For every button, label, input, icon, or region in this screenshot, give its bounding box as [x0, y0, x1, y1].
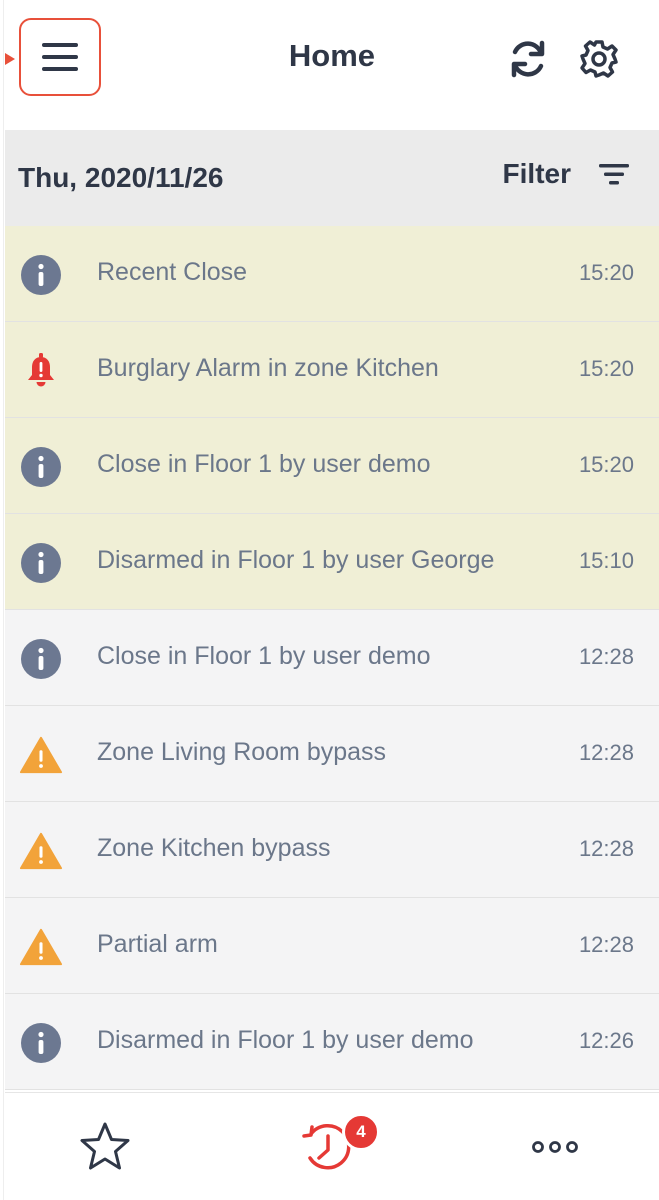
app-header: Home	[5, 0, 659, 130]
date-label: Thu, 2020/11/26	[18, 162, 224, 193]
event-row[interactable]: Disarmed in Floor 1 by user demo 12:26	[5, 994, 659, 1090]
event-row[interactable]: Disarmed in Floor 1 by user George 15:10	[5, 514, 659, 610]
page-title: Home	[288, 38, 376, 73]
info-icon	[19, 1021, 63, 1065]
filter-button[interactable]: Filter	[503, 158, 629, 190]
left-edge	[0, 0, 4, 1200]
gear-icon	[580, 40, 618, 78]
info-icon	[19, 541, 63, 585]
event-time: 15:10	[578, 548, 634, 573]
date-bar: Thu, 2020/11/26 Filter	[5, 130, 659, 226]
event-text: Partial arm	[97, 930, 218, 958]
event-text: Close in Floor 1 by user demo	[97, 450, 431, 478]
warning-icon	[19, 925, 63, 969]
event-text: Disarmed in Floor 1 by user George	[97, 546, 495, 574]
info-icon	[19, 445, 63, 489]
filter-label: Filter	[502, 158, 571, 189]
event-time: 12:26	[578, 1028, 634, 1053]
settings-button[interactable]	[576, 36, 622, 82]
app-screen: Home Thu, 2020/11/26 Filter Recent Close…	[0, 0, 659, 1200]
event-text: Burglary Alarm in zone Kitchen	[97, 354, 439, 382]
bottom-nav: 4	[5, 1092, 659, 1200]
warning-icon	[19, 733, 63, 777]
event-row[interactable]: Close in Floor 1 by user demo 12:28	[5, 610, 659, 706]
more-tab[interactable]	[520, 1115, 590, 1179]
event-time: 12:28	[578, 932, 634, 957]
alarm-bell-icon	[19, 349, 63, 393]
event-time: 12:28	[578, 740, 634, 765]
event-time: 15:20	[578, 356, 634, 381]
warning-icon	[19, 829, 63, 873]
event-text: Close in Floor 1 by user demo	[97, 642, 431, 670]
event-row[interactable]: Partial arm 12:28	[5, 898, 659, 994]
refresh-button[interactable]	[505, 36, 551, 82]
event-row[interactable]: Zone Living Room bypass 12:28	[5, 706, 659, 802]
event-text: Disarmed in Floor 1 by user demo	[97, 1026, 474, 1054]
filter-lines-icon	[599, 164, 629, 185]
event-list: Recent Close 15:20 Burglary Alarm in zone …	[5, 226, 659, 1090]
event-time: 12:28	[578, 644, 634, 669]
refresh-icon	[511, 40, 545, 78]
event-time: 15:20	[578, 260, 634, 285]
event-row[interactable]: Zone Kitchen bypass 12:28	[5, 802, 659, 898]
info-icon	[19, 637, 63, 681]
event-text: Zone Kitchen bypass	[97, 834, 331, 862]
event-time: 15:20	[578, 452, 634, 477]
history-badge: 4	[342, 1113, 380, 1151]
event-row[interactable]: Close in Floor 1 by user demo 15:20	[5, 418, 659, 514]
more-dots-icon	[532, 1141, 578, 1153]
info-icon	[19, 253, 63, 297]
event-row[interactable]: Recent Close 15:20	[5, 226, 659, 322]
star-icon	[80, 1122, 130, 1170]
event-time: 12:28	[578, 836, 634, 861]
event-text: Recent Close	[97, 258, 248, 286]
event-text: Zone Living Room bypass	[97, 738, 387, 766]
favorites-tab[interactable]	[70, 1115, 140, 1179]
event-row[interactable]: Burglary Alarm in zone Kitchen 15:20	[5, 322, 659, 418]
